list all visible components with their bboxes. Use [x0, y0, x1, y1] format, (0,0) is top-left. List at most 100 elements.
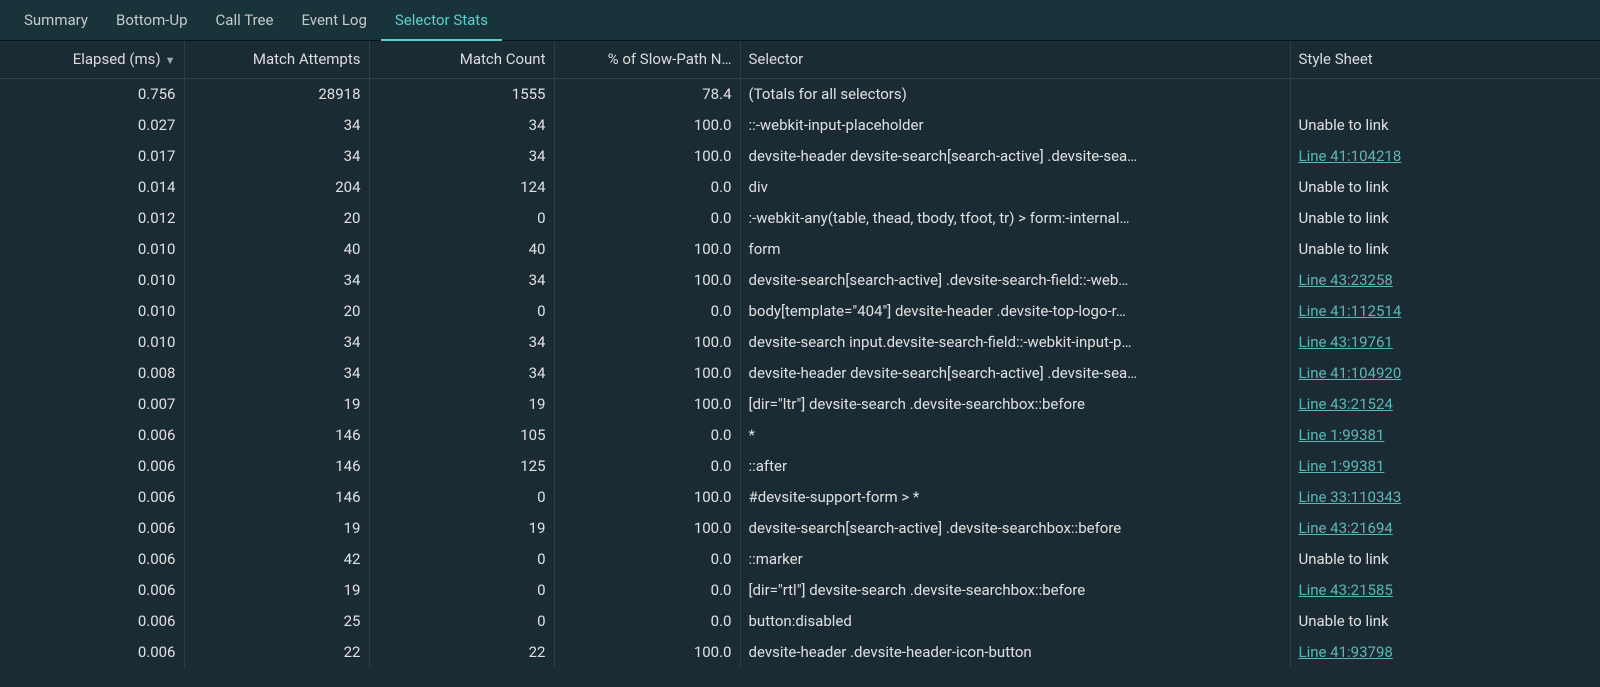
cell-selector: div	[740, 171, 1290, 202]
cell-elapsed: 0.014	[0, 171, 184, 202]
stylesheet-link[interactable]: Line 41:93798	[1299, 643, 1393, 661]
table-row[interactable]: 0.0071919100.0[dir="ltr"] devsite-search…	[0, 388, 1600, 419]
table-row[interactable]: 0.0273434100.0::-webkit-input-placeholde…	[0, 109, 1600, 140]
cell-count: 19	[369, 388, 554, 419]
tab-selector-stats[interactable]: Selector Stats	[381, 1, 502, 41]
cell-attempts: 20	[184, 295, 369, 326]
column-header-label: Style Sheet	[1299, 50, 1373, 68]
cell-elapsed: 0.008	[0, 357, 184, 388]
cell-elapsed: 0.010	[0, 233, 184, 264]
cell-attempts: 146	[184, 481, 369, 512]
cell-attempts: 146	[184, 450, 369, 481]
table-row[interactable]: 0.0061460100.0#devsite-support-form > *L…	[0, 481, 1600, 512]
cell-count: 124	[369, 171, 554, 202]
cell-attempts: 34	[184, 326, 369, 357]
stylesheet-link[interactable]: Line 33:110343	[1299, 488, 1402, 506]
table-row[interactable]: 0.0173434100.0devsite-header devsite-sea…	[0, 140, 1600, 171]
cell-attempts: 20	[184, 202, 369, 233]
cell-attempts: 34	[184, 264, 369, 295]
table-row[interactable]: 0.0122000.0:-webkit-any(table, thead, tb…	[0, 202, 1600, 233]
column-header[interactable]: Style Sheet	[1290, 41, 1600, 78]
stylesheet-link[interactable]: Line 43:21694	[1299, 519, 1393, 537]
cell-count: 19	[369, 512, 554, 543]
stylesheet-link[interactable]: Line 43:19761	[1299, 333, 1393, 351]
cell-stylesheet: Unable to link	[1290, 202, 1600, 233]
stylesheet-link[interactable]: Line 41:112514	[1299, 302, 1402, 320]
cell-elapsed: 0.010	[0, 326, 184, 357]
cell-stylesheet	[1290, 78, 1600, 109]
cell-elapsed: 0.006	[0, 512, 184, 543]
cell-stylesheet: Line 41:93798	[1290, 636, 1600, 667]
cell-selector: [dir="ltr"] devsite-search .devsite-sear…	[740, 388, 1290, 419]
cell-count: 34	[369, 357, 554, 388]
column-header-label: % of Slow-Path N…	[608, 50, 732, 68]
tab-call-tree[interactable]: Call Tree	[202, 0, 288, 40]
cell-slow: 0.0	[554, 450, 740, 481]
cell-count: 0	[369, 605, 554, 636]
table-row[interactable]: 0.0061919100.0devsite-search[search-acti…	[0, 512, 1600, 543]
table-row[interactable]: 0.0064200.0::markerUnable to link	[0, 543, 1600, 574]
table-row[interactable]: 0.0083434100.0devsite-header devsite-sea…	[0, 357, 1600, 388]
cell-count: 105	[369, 419, 554, 450]
cell-elapsed: 0.010	[0, 264, 184, 295]
cell-stylesheet: Line 33:110343	[1290, 481, 1600, 512]
stylesheet-link[interactable]: Line 41:104218	[1299, 147, 1402, 165]
cell-slow: 100.0	[554, 512, 740, 543]
stylesheet-link[interactable]: Line 43:21524	[1299, 395, 1393, 413]
table-row[interactable]: 0.0062500.0button:disabledUnable to link	[0, 605, 1600, 636]
cell-elapsed: 0.017	[0, 140, 184, 171]
cell-elapsed: 0.006	[0, 481, 184, 512]
column-header[interactable]: Selector	[740, 41, 1290, 78]
cell-attempts: 34	[184, 140, 369, 171]
cell-attempts: 40	[184, 233, 369, 264]
cell-attempts: 204	[184, 171, 369, 202]
table-header-row: Elapsed (ms)▼Match AttemptsMatch Count % …	[0, 41, 1600, 78]
table-row[interactable]: 0.0103434100.0devsite-search[search-acti…	[0, 264, 1600, 295]
table-row[interactable]: 0.0102000.0body[template="404"] devsite-…	[0, 295, 1600, 326]
table-row[interactable]: 0.0103434100.0devsite-search input.devsi…	[0, 326, 1600, 357]
table-row[interactable]: 0.75628918155578.4(Totals for all select…	[0, 78, 1600, 109]
cell-stylesheet: Line 43:21585	[1290, 574, 1600, 605]
cell-count: 0	[369, 543, 554, 574]
table-row[interactable]: 0.0104040100.0formUnable to link	[0, 233, 1600, 264]
column-header[interactable]: % of Slow-Path N…	[554, 41, 740, 78]
cell-selector: ::marker	[740, 543, 1290, 574]
stylesheet-link[interactable]: Line 1:99381	[1299, 426, 1385, 444]
column-header[interactable]: Match Count	[369, 41, 554, 78]
table-row[interactable]: 0.0142041240.0divUnable to link	[0, 171, 1600, 202]
cell-elapsed: 0.007	[0, 388, 184, 419]
stylesheet-link[interactable]: Line 41:104920	[1299, 364, 1402, 382]
table-row[interactable]: 0.0061900.0[dir="rtl"] devsite-search .d…	[0, 574, 1600, 605]
stylesheet-link[interactable]: Line 43:21585	[1299, 581, 1393, 599]
cell-elapsed: 0.006	[0, 574, 184, 605]
stylesheet-link[interactable]: Line 1:99381	[1299, 457, 1385, 475]
cell-attempts: 34	[184, 357, 369, 388]
column-header-label: Elapsed (ms)	[73, 50, 161, 68]
cell-slow: 100.0	[554, 233, 740, 264]
table-row[interactable]: 0.0061461250.0::afterLine 1:99381	[0, 450, 1600, 481]
selector-stats-table: Elapsed (ms)▼Match AttemptsMatch Count % …	[0, 41, 1600, 667]
cell-slow: 100.0	[554, 109, 740, 140]
cell-stylesheet: Line 1:99381	[1290, 419, 1600, 450]
tab-bottom-up[interactable]: Bottom-Up	[102, 0, 202, 40]
tab-event-log[interactable]: Event Log	[287, 0, 380, 40]
cell-selector: button:disabled	[740, 605, 1290, 636]
cell-slow: 100.0	[554, 357, 740, 388]
table-row[interactable]: 0.0061461050.0*Line 1:99381	[0, 419, 1600, 450]
column-header[interactable]: Match Attempts	[184, 41, 369, 78]
table-row[interactable]: 0.0062222100.0devsite-header .devsite-he…	[0, 636, 1600, 667]
cell-count: 0	[369, 202, 554, 233]
stylesheet-link[interactable]: Line 43:23258	[1299, 271, 1393, 289]
cell-slow: 0.0	[554, 419, 740, 450]
cell-stylesheet: Line 41:104920	[1290, 357, 1600, 388]
cell-slow: 100.0	[554, 388, 740, 419]
cell-count: 1555	[369, 78, 554, 109]
tab-summary[interactable]: Summary	[10, 0, 102, 40]
cell-attempts: 42	[184, 543, 369, 574]
cell-count: 34	[369, 326, 554, 357]
cell-selector: devsite-header devsite-search[search-act…	[740, 140, 1290, 171]
cell-elapsed: 0.006	[0, 419, 184, 450]
cell-elapsed: 0.006	[0, 543, 184, 574]
column-header[interactable]: Elapsed (ms)▼	[0, 41, 184, 78]
cell-selector: body[template="404"] devsite-header .dev…	[740, 295, 1290, 326]
